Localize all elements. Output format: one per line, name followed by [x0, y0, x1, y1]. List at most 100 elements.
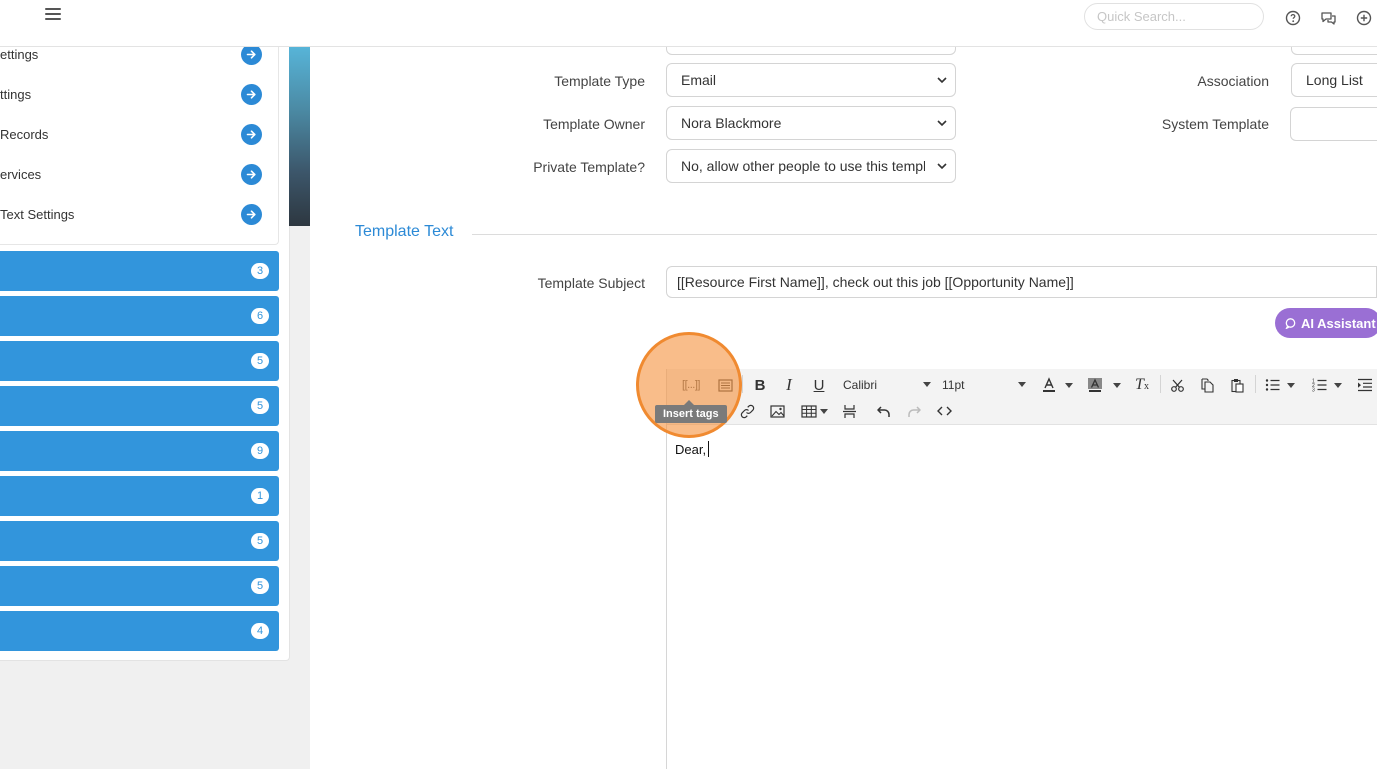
arrow-right-icon[interactable] — [241, 124, 262, 145]
module-bar[interactable]: 5 — [0, 521, 279, 561]
arrow-right-icon[interactable] — [241, 44, 262, 65]
module-bar[interactable]: 1 — [0, 476, 279, 516]
help-icon[interactable] — [1285, 10, 1301, 26]
numbered-list-icon[interactable]: 123 — [1308, 374, 1332, 396]
table-icon[interactable] — [797, 400, 821, 422]
italic-icon[interactable]: I — [777, 374, 801, 396]
sidebar-link-services[interactable]: ervices — [0, 162, 279, 186]
count-badge: 1 — [251, 488, 269, 504]
settings-card: ettings ttings Records ervices Text Sett… — [0, 44, 279, 245]
private-template-value: No, allow other people to use this templ… — [681, 158, 925, 174]
quick-search-input[interactable] — [1084, 3, 1264, 30]
count-badge: 5 — [251, 533, 269, 549]
template-type-label: Template Type — [554, 73, 645, 89]
text-color-caret-icon[interactable] — [1065, 374, 1073, 396]
numbered-list-caret-icon[interactable] — [1334, 374, 1342, 396]
count-badge: 4 — [251, 623, 269, 639]
count-badge: 9 — [251, 443, 269, 459]
highlight-color-caret-icon[interactable] — [1113, 374, 1121, 396]
count-badge: 5 — [251, 578, 269, 594]
sidebar-link-text-settings[interactable]: Text Settings — [0, 202, 279, 226]
template-subject-input[interactable]: [[Resource First Name]], check out this … — [666, 266, 1377, 298]
top-bar — [0, 0, 1377, 47]
module-bar[interactable]: 3 — [0, 251, 279, 291]
system-template-select[interactable] — [1290, 107, 1377, 141]
arrow-right-icon[interactable] — [241, 84, 262, 105]
module-bar[interactable]: 9 — [0, 431, 279, 471]
highlight-color-icon[interactable] — [1083, 374, 1107, 396]
image-icon[interactable] — [765, 400, 789, 422]
source-code-icon[interactable] — [932, 400, 956, 422]
insert-block-icon[interactable] — [713, 374, 737, 396]
table-caret-icon[interactable] — [820, 400, 828, 422]
editor-toolbar: [[...]] B I U Calibri 11pt Tx 1 2 3 — [667, 369, 1377, 425]
tooltip-text: Insert tags — [663, 408, 719, 420]
private-template-select[interactable]: No, allow other people to use this templ… — [666, 149, 956, 183]
chevron-down-icon — [937, 163, 947, 170]
text-cursor — [708, 441, 710, 457]
sidebar-link-label: Records — [0, 126, 49, 142]
indent-icon[interactable] — [1353, 374, 1377, 396]
chat-bubble-icon — [1285, 317, 1296, 329]
module-bar[interactable]: 6 — [0, 296, 279, 336]
caret-down-icon — [923, 382, 931, 387]
sidebar-link-label: ervices — [0, 166, 42, 182]
font-family-value: Calibri — [843, 378, 878, 392]
private-template-label: Private Template? — [533, 159, 645, 175]
system-template-label: System Template — [1161, 116, 1269, 132]
insert-tags-glyph: [[...]] — [682, 379, 700, 391]
sidebar-link-settings-2[interactable]: ttings — [0, 82, 279, 106]
underline-icon[interactable]: U — [807, 374, 831, 396]
chevron-down-icon — [937, 77, 947, 84]
toolbar-separator — [742, 375, 743, 393]
template-type-select[interactable]: Email — [666, 63, 956, 97]
insert-tags-icon[interactable]: [[...]] — [677, 374, 705, 396]
paste-icon[interactable] — [1225, 374, 1249, 396]
sidebar-link-label: ttings — [0, 86, 32, 102]
count-badge: 5 — [251, 353, 269, 369]
page-break-icon[interactable] — [837, 400, 861, 422]
arrow-right-icon[interactable] — [241, 204, 262, 225]
add-icon[interactable] — [1356, 10, 1372, 26]
undo-icon[interactable] — [872, 400, 896, 422]
rich-text-editor: [[...]] B I U Calibri 11pt Tx 1 2 3 Dear… — [666, 369, 1377, 769]
association-label: Association — [1197, 73, 1269, 89]
chevron-down-icon — [937, 120, 947, 127]
font-size-select[interactable]: 11pt — [942, 375, 1026, 395]
editor-body-text: Dear, — [675, 442, 707, 457]
module-bar[interactable]: 5 — [0, 566, 279, 606]
sidebar: ettings ttings Records ervices Text Sett… — [0, 44, 290, 661]
bold-icon[interactable]: B — [748, 374, 772, 396]
module-bar[interactable]: 5 — [0, 386, 279, 426]
ai-assistant-label: AI Assistant — [1301, 315, 1376, 331]
module-bar[interactable]: 4 — [0, 611, 279, 651]
bullet-list-icon[interactable] — [1261, 374, 1285, 396]
text-color-icon[interactable] — [1037, 374, 1061, 396]
main-panel: Template Type Email Template Owner Nora … — [310, 21, 1377, 769]
arrow-right-icon[interactable] — [241, 164, 262, 185]
font-size-value: 11pt — [942, 378, 965, 392]
copy-icon[interactable] — [1195, 374, 1219, 396]
template-type-value: Email — [681, 72, 717, 88]
cut-icon[interactable] — [1165, 374, 1189, 396]
decorative-gradient-strip — [289, 47, 310, 226]
module-bar[interactable]: 5 — [0, 341, 279, 381]
template-owner-select[interactable]: Nora Blackmore — [666, 106, 956, 140]
redo-icon[interactable] — [902, 400, 926, 422]
toolbar-separator — [1160, 375, 1161, 393]
template-subject-label: Template Subject — [537, 275, 645, 291]
sidebar-link-records[interactable]: Records — [0, 122, 279, 146]
chat-icon[interactable] — [1320, 10, 1336, 26]
bullet-list-caret-icon[interactable] — [1287, 374, 1295, 396]
ai-assistant-button[interactable]: AI Assistant — [1275, 308, 1377, 338]
toolbar-separator — [1255, 375, 1256, 393]
clear-formatting-icon[interactable]: Tx — [1130, 374, 1154, 396]
menu-icon[interactable] — [45, 8, 61, 20]
association-value: Long List — [1306, 72, 1363, 88]
insert-tags-tooltip: Insert tags — [655, 400, 727, 423]
count-badge: 5 — [251, 398, 269, 414]
association-select[interactable]: Long List — [1291, 63, 1377, 97]
link-icon[interactable] — [735, 400, 759, 422]
editor-content[interactable]: Dear, — [675, 441, 710, 457]
font-family-select[interactable]: Calibri — [843, 375, 931, 395]
